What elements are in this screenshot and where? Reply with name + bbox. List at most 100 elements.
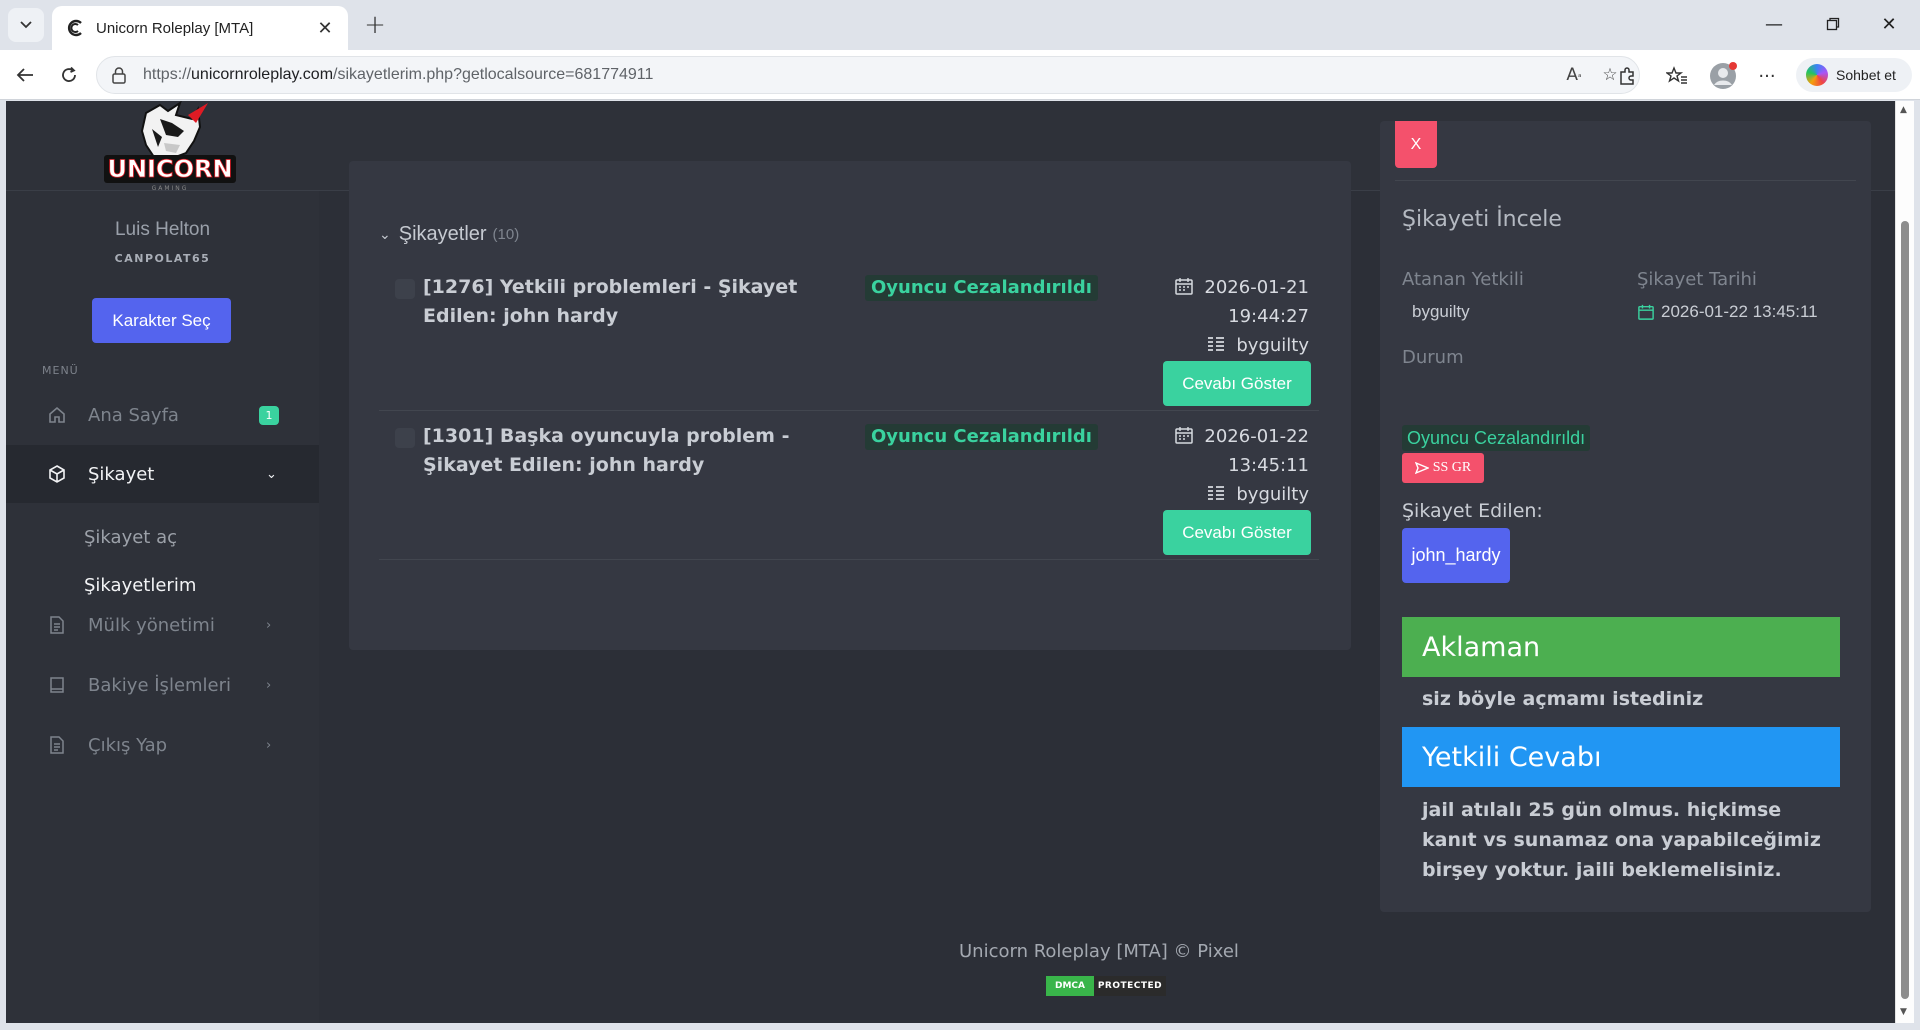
status-badge: Oyuncu Cezalandırıldı [865,424,1098,450]
select-character-button[interactable]: Karakter Seç [92,298,231,343]
complaint-detail-panel: X Şikayeti İncele Atanan Yetkili byguilt… [1380,121,1871,912]
copilot-logo-icon [1806,64,1828,86]
assigned-staff-value: byguilty [1412,302,1470,321]
screenshot-button-label: SS GR [1432,460,1472,475]
url-host: unicornroleplay.com [191,66,334,83]
sidebar-subitem-my-complaints[interactable]: Şikayetlerim [84,575,196,596]
browser-tab-active[interactable]: Unicorn Roleplay [MTA] ✕ [52,6,348,50]
complaint-date: 2026-01-21 [1204,277,1309,298]
complaint-time: 13:45:11 [1228,455,1309,476]
complaint-title[interactable]: [1301] Başka oyuncuyla problem - Şikayet… [423,422,803,480]
complaint-row[interactable]: [1276] Yetkili problemleri - Şikayet Edi… [379,273,1319,406]
url-text[interactable]: https://unicornroleplay.com/sikayetlerim… [143,66,1553,84]
complaint-date-label: Şikayet Tarihi [1637,269,1757,290]
copilot-chat-button[interactable]: Sohbet et [1796,58,1912,92]
browser-toolbar: https://unicornroleplay.com/sikayetlerim… [0,50,1920,100]
show-answer-button[interactable]: Cevabı Göster [1163,510,1311,555]
list-icon [1208,486,1225,500]
tab-close-icon[interactable]: ✕ [314,18,336,39]
address-bar[interactable]: https://unicornroleplay.com/sikayetlerim… [96,56,1640,94]
row-checkbox[interactable] [395,428,415,448]
new-tab-button[interactable]: + [358,10,392,40]
sidebar-item-logout[interactable]: Çıkış Yap › [6,716,319,774]
complaints-count: (10) [492,226,520,243]
arrow-left-icon [16,68,33,82]
url-path: /sikayetlerim.php?getlocalsource=6817749… [333,66,654,83]
reload-button[interactable] [52,59,86,91]
sidebar-item-label: Şikayet [88,463,155,485]
complaint-time: 19:44:27 [1228,306,1309,327]
user-name: Luis Helton [114,219,211,240]
chevron-right-icon: › [266,677,272,693]
staff-answer-text: jail atılalı 25 gün olmus. hiçkimse kanı… [1422,799,1821,881]
complaint-date-value: 2026-01-22 13:45:11 [1661,302,1818,321]
complaint-meta: 2026-01-21 19:44:27 byguilty [1139,273,1309,360]
status-badge: Oyuncu Cezalandırıldı [865,275,1098,301]
back-button[interactable] [8,59,42,91]
menu-section-label: MENÜ [42,364,79,377]
screenshot-button[interactable]: SS GR [1402,453,1484,483]
copilot-label: Sohbet et [1836,67,1896,83]
calendar-icon [1638,304,1654,320]
sidebar-item-label: Ana Sayfa [88,404,179,426]
complaints-section-title: Şikayetler [398,223,487,245]
browser-tab-strip: Unicorn Roleplay [MTA] ✕ + — ✕ [0,0,1920,50]
book-icon [44,673,70,697]
description-text: siz böyle açmamı istediniz [1422,688,1704,710]
user-code: CANPOLAT65 [114,252,211,265]
complaint-title[interactable]: [1276] Yetkili problemleri - Şikayet Edi… [423,273,803,331]
complaint-staff: byguilty [1236,335,1309,356]
reported-user-chip[interactable]: john_hardy [1402,528,1510,583]
scrollbar-thumb[interactable] [1901,221,1909,999]
tab-title: Unicorn Roleplay [MTA] [96,19,254,37]
complaints-section-toggle[interactable]: ⌄ Şikayetler (10) [379,223,519,246]
chevron-down-icon [20,21,32,29]
sidebar-item-balance-operations[interactable]: Bakiye İşlemleri › [6,656,319,714]
close-panel-button[interactable]: X [1395,121,1437,168]
chevron-right-icon: › [266,617,272,633]
send-icon [1414,461,1429,475]
extensions-puzzle-icon[interactable] [1610,60,1644,92]
dmca-label: DMCA [1046,976,1094,996]
read-aloud-icon[interactable]: Aₐ [1559,60,1589,90]
url-scheme: https:// [143,66,192,83]
chevron-down-icon: ⌄ [379,226,391,242]
restore-window-button[interactable] [1810,8,1856,40]
window-bottom-edge [0,1023,1920,1030]
unicorn-logo[interactable]: UNICORN GAMING [102,101,238,193]
page-viewport: UNICORN GAMING Luis Helton CANPOLAT65 Ka… [6,101,1895,1023]
sidebar-item-label: Bakiye İşlemleri [88,674,232,696]
close-window-button[interactable]: ✕ [1866,8,1912,40]
site-favicon-icon [64,17,86,39]
sidebar: Luis Helton CANPOLAT65 Karakter Seç MENÜ… [6,191,319,1023]
dmca-protected-badge[interactable]: DMCA PROTECTED [1046,976,1166,996]
minimize-window-button[interactable]: — [1751,8,1797,40]
more-options-icon[interactable]: ··· [1750,60,1784,92]
complaint-date-field: 2026-01-22 13:45:11 [1637,302,1818,322]
profile-avatar-icon[interactable] [1706,60,1740,92]
dmca-protected-label: PROTECTED [1094,976,1166,996]
sidebar-item-property-management[interactable]: Mülk yönetimi › [6,596,319,654]
document-icon [44,733,70,757]
row-divider [379,559,1319,560]
favorites-collection-icon[interactable] [1660,60,1694,92]
sidebar-item-label: Çıkış Yap [88,734,168,756]
complaint-row[interactable]: [1301] Başka oyuncuyla problem - Şikayet… [379,422,1319,555]
scroll-down-arrow-icon[interactable]: ▼ [1900,1007,1907,1017]
site-info-lock-icon[interactable] [111,66,131,84]
tab-actions-menu-button[interactable] [8,8,44,42]
sidebar-subitem-open-complaint[interactable]: Şikayet aç [84,527,177,548]
status-badge: Oyuncu Cezalandırıldı [1402,425,1591,451]
list-icon [1208,337,1225,351]
box-icon [44,462,70,486]
sidebar-item-label: Mülk yönetimi [88,614,215,636]
reload-icon [62,66,76,82]
scroll-up-arrow-icon[interactable]: ▲ [1900,105,1907,115]
page-scrollbar[interactable]: ▲ ▼ [1895,101,1914,1023]
sidebar-item-complaints[interactable]: Şikayet ⌄ [6,445,319,503]
sidebar-item-home[interactable]: Ana Sayfa 1 [6,386,319,444]
show-answer-button[interactable]: Cevabı Göster [1163,361,1311,406]
row-checkbox[interactable] [395,279,415,299]
complaint-date: 2026-01-22 [1204,426,1309,447]
reported-user-label: Şikayet Edilen: [1402,500,1543,522]
